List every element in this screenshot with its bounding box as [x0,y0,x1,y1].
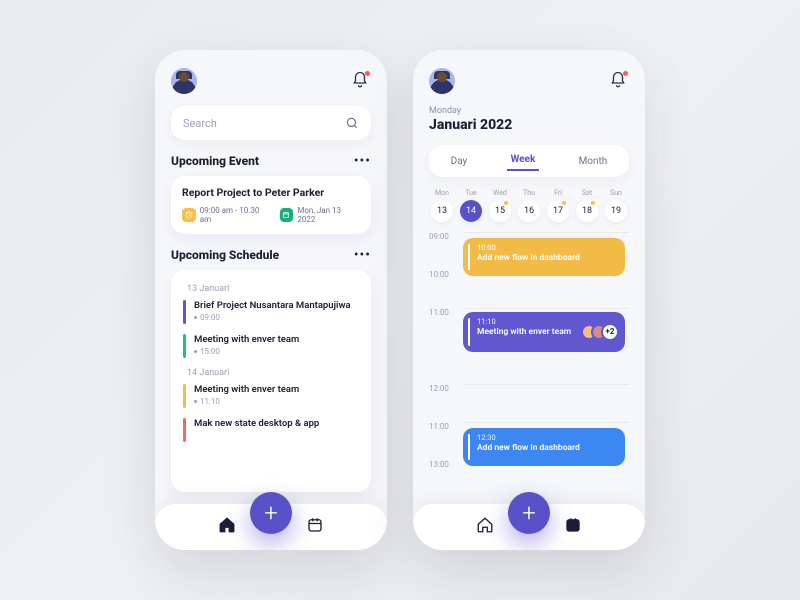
add-fab-button[interactable]: + [508,492,550,534]
hour-label: 11:00 [429,422,455,431]
schedule-item-time: 15:00 [194,347,299,356]
home-tab-icon[interactable] [476,516,494,538]
upcoming-event-heading: Upcoming Event [171,154,259,168]
weekday-short: Thu [516,189,542,197]
attendee-more: +2 [601,323,619,341]
search-placeholder: Search [183,117,217,130]
home-screen: Search Upcoming Event ••• Report Project… [155,50,387,550]
notification-bell-icon[interactable] [609,71,629,91]
upcoming-schedule-heading: Upcoming Schedule [171,248,279,262]
color-bar [183,418,186,442]
home-tab-icon[interactable] [218,516,236,538]
search-icon [345,116,359,130]
day-cell[interactable]: Tue 14 [458,189,484,222]
notification-bell-icon[interactable] [351,71,371,91]
upcoming-event-header: Upcoming Event ••• [171,154,371,168]
avatar[interactable] [171,68,197,94]
event-title: Report Project to Peter Parker [182,186,360,199]
schedule-item[interactable]: Meeting with enver team 15:00 [183,334,359,358]
weekday-short: Sat [574,189,600,197]
weekday-label: Monday [429,106,629,116]
schedule-item[interactable]: Meeting with enver team 11:10 [183,384,359,408]
upcoming-schedule-header: Upcoming Schedule ••• [171,248,371,262]
weekday-short: Wed [487,189,513,197]
attendee-avatars: +2 [581,323,619,341]
day-cell[interactable]: Wed 15 [487,189,513,222]
day-cell[interactable]: Sun 19 [603,189,629,222]
weekday-short: Mon [429,189,455,197]
schedule-item[interactable]: Mak new state desktop & app [183,418,359,442]
segment-month[interactable]: Month [575,154,612,169]
event-time: 10:00 [477,243,617,252]
day-cell[interactable]: Sat 18 [574,189,600,222]
search-input[interactable]: Search [171,106,371,140]
day-cell[interactable]: Thu 16 [516,189,542,222]
time-row: 12:00 [429,384,629,422]
schedule-item-title: Meeting with enver team [194,334,299,345]
segment-week[interactable]: Week [507,152,540,171]
event-name: Add new flow in dashboard [477,253,617,263]
schedule-date: 13 Januari [187,284,359,294]
add-fab-button[interactable]: + [250,492,292,534]
calendar-tab-icon[interactable] [564,516,582,538]
timeline-event[interactable]: 11:10Meeting with enver team+2 [463,312,625,352]
topbar [429,68,629,94]
timeline-event[interactable]: 10:00Add new flow in dashboard [463,238,625,276]
day-cell[interactable]: Fri 17 [545,189,571,222]
clock-icon [182,208,196,222]
day-number: 14 [460,200,482,222]
calendar-icon [280,208,294,222]
segment-day[interactable]: Day [447,154,472,169]
schedule-item-title: Mak new state desktop & app [194,418,319,429]
topbar [171,68,371,94]
hour-label: 10:00 [429,270,455,279]
hour-label: 13:00 [429,460,455,469]
calendar-screen: Monday Januari 2022 Day Week Month Mon 1… [413,50,645,550]
month-title: Januari 2022 [429,117,629,133]
event-name: Add new flow in dashboard [477,443,617,453]
schedule-item-title: Meeting with enver team [194,384,299,395]
day-number: 16 [518,200,540,222]
schedule-item-time: 11:10 [194,397,299,406]
color-bar [183,300,186,324]
timeline-event[interactable]: 12:30Add new flow in dashboard [463,428,625,466]
hour-label: 09:00 [429,232,455,241]
color-bar [183,334,186,358]
weekday-short: Sun [603,189,629,197]
calendar-tab-icon[interactable] [306,516,324,538]
day-number: 15 [489,200,511,222]
schedule-card: 13 Januari Brief Project Nusantara Manta… [171,270,371,492]
event-date-chip: Mon, Jan 13 2022 [280,206,360,224]
event-meta: 09:00 am - 10.30 am Mon, Jan 13 2022 [182,206,360,224]
schedule-item-title: Brief Project Nusantara Mantapujiwa [194,300,351,311]
hour-label: 12:00 [429,384,455,393]
schedule-item-time: 09:00 [194,313,351,322]
event-card[interactable]: Report Project to Peter Parker 09:00 am … [171,176,371,234]
day-cell[interactable]: Mon 13 [429,189,455,222]
schedule-date: 14 Januari [187,368,359,378]
weekday-short: Tue [458,189,484,197]
view-segmented-control: Day Week Month [429,145,629,177]
day-number: 19 [605,200,627,222]
day-number: 17 [547,200,569,222]
avatar[interactable] [429,68,455,94]
event-time: 12:30 [477,433,617,442]
event-time-chip: 09:00 am - 10.30 am [182,206,272,224]
hour-label: 11:00 [429,308,455,317]
day-number: 13 [431,200,453,222]
day-number: 18 [576,200,598,222]
weekday-short: Fri [545,189,571,197]
timeline[interactable]: 09:0010:0011:0012:0011:0013:0010:00Add n… [429,232,629,492]
week-day-strip: Mon 13Tue 14Wed 15Thu 16Fri 17Sat 18Sun … [429,189,629,222]
schedule-item[interactable]: Brief Project Nusantara Mantapujiwa 09:0… [183,300,359,324]
color-bar [183,384,186,408]
